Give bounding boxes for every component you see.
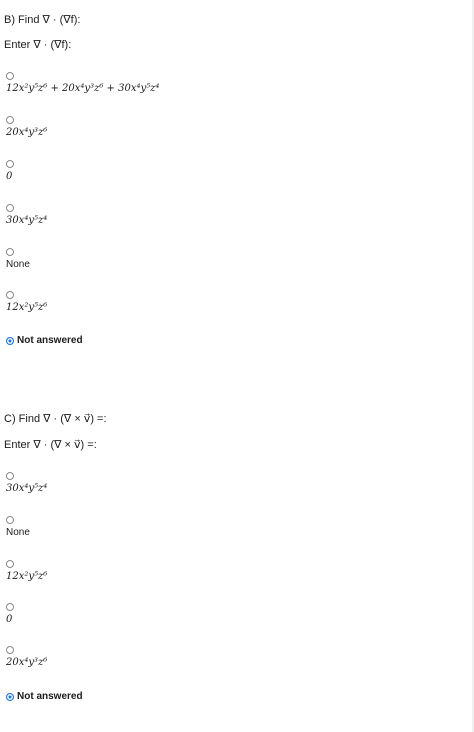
question-c-enter-label: Enter ∇ · (∇ × v⃗) =: — [4, 439, 97, 451]
option-b-5[interactable]: None — [6, 248, 30, 270]
radio-button[interactable] — [6, 291, 14, 299]
radio-button[interactable] — [6, 560, 14, 568]
option-c-1[interactable]: 30x⁴y⁵z⁴ — [6, 472, 47, 494]
option-label: 12x²y⁵z⁶ + 20x⁴y³z⁶ + 30x⁴y⁵z⁴ — [6, 83, 160, 94]
option-label: 12x²y⁵z⁶ — [6, 571, 48, 582]
option-b-4[interactable]: 30x⁴y⁵z⁴ — [6, 204, 47, 226]
option-label: 20x⁴y³z⁶ — [6, 657, 48, 668]
option-label: None — [6, 527, 30, 538]
not-answered-label: Not answered — [17, 335, 83, 346]
radio-button[interactable] — [6, 204, 14, 212]
question-b-enter-label: Enter ∇ · (∇f): — [4, 39, 72, 51]
option-c-2[interactable]: None — [6, 516, 30, 538]
option-label: 12x²y⁵z⁶ — [6, 302, 48, 313]
option-label: 20x⁴y³z⁶ — [6, 127, 48, 138]
option-label: 30x⁴y⁵z⁴ — [6, 215, 48, 226]
question-c-title: C) Find ∇ · (∇ × v⃗) =: — [4, 413, 107, 425]
radio-button[interactable] — [6, 472, 14, 480]
option-b-6[interactable]: 12x²y⁵z⁶ — [6, 291, 47, 313]
radio-button[interactable] — [6, 516, 14, 524]
radio-button[interactable] — [6, 72, 14, 80]
not-answered-label: Not answered — [17, 691, 83, 702]
option-c-3[interactable]: 12x²y⁵z⁶ — [6, 560, 47, 582]
option-label: 0 — [6, 614, 13, 625]
option-b-1[interactable]: 12x²y⁵z⁶ + 20x⁴y³z⁶ + 30x⁴y⁵z⁴ — [6, 72, 159, 94]
radio-button[interactable] — [6, 160, 14, 168]
not-answered-option-b[interactable]: Not answered — [6, 335, 83, 346]
radio-button[interactable] — [6, 248, 14, 256]
radio-button-selected[interactable] — [6, 336, 14, 345]
option-label: 30x⁴y⁵z⁴ — [6, 483, 48, 494]
radio-button[interactable] — [6, 646, 14, 654]
radio-button[interactable] — [6, 603, 14, 611]
question-b-title: B) Find ∇ · (∇f): — [4, 14, 81, 26]
radio-button-selected[interactable] — [6, 692, 14, 701]
option-c-5[interactable]: 20x⁴y³z⁶ — [6, 646, 47, 668]
not-answered-option-c[interactable]: Not answered — [6, 691, 83, 702]
option-b-3[interactable]: 0 — [6, 160, 14, 182]
option-label: None — [6, 259, 30, 270]
radio-button[interactable] — [6, 116, 14, 124]
option-label: 0 — [6, 171, 13, 182]
option-b-2[interactable]: 20x⁴y³z⁶ — [6, 116, 47, 138]
option-c-4[interactable]: 0 — [6, 603, 14, 625]
